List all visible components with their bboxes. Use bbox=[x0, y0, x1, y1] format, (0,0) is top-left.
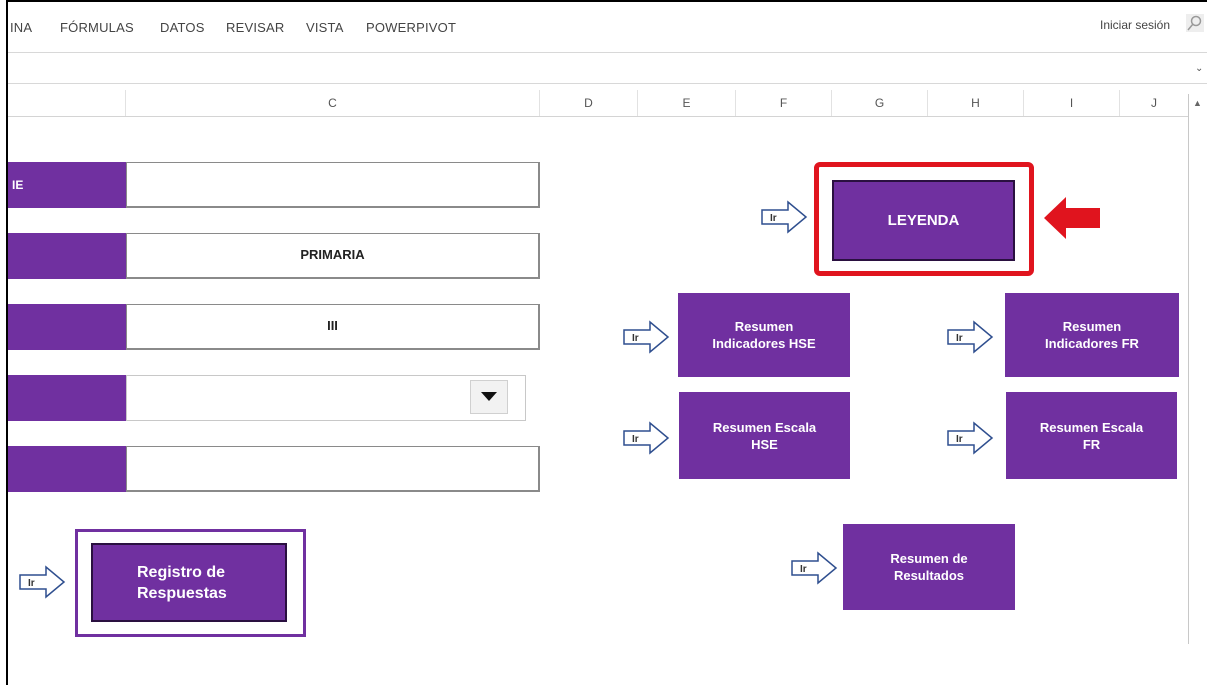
form-label-2 bbox=[8, 233, 126, 279]
button-label-line: Registro de bbox=[137, 563, 226, 581]
chevron-down-icon[interactable]: ⌄ bbox=[1195, 63, 1203, 74]
form-value-5[interactable] bbox=[126, 446, 540, 492]
column-header-row: C D E F G H I J bbox=[8, 90, 1188, 117]
formula-divider bbox=[8, 83, 1207, 84]
button-label-line: Resultados bbox=[893, 568, 965, 583]
button-label-line: Resumen Escala bbox=[1039, 419, 1144, 435]
column-header-j[interactable]: J bbox=[1120, 90, 1188, 116]
svg-text:Ir: Ir bbox=[632, 333, 639, 344]
form-label-3 bbox=[8, 304, 126, 350]
resumen-escala-hse-button[interactable]: Resumen Escala HSE bbox=[679, 392, 850, 479]
column-header-g[interactable]: G bbox=[832, 90, 928, 116]
ir-arrow-icon[interactable]: Ir bbox=[760, 200, 808, 234]
tab-revisar[interactable]: REVISAR bbox=[226, 20, 284, 35]
registro-respuestas-button[interactable]: Registro de Respuestas bbox=[91, 543, 287, 622]
button-label-line: FR bbox=[1082, 436, 1101, 452]
button-label-line: Resumen de bbox=[890, 551, 968, 566]
ir-arrow-icon[interactable]: Ir bbox=[946, 320, 994, 354]
signin-link[interactable]: Iniciar sesión bbox=[1100, 18, 1170, 32]
ir-arrow-icon[interactable]: Ir bbox=[622, 421, 670, 455]
ir-arrow-icon[interactable]: Ir bbox=[18, 565, 66, 599]
dropdown-arrow-icon bbox=[481, 392, 497, 401]
form-label-5 bbox=[8, 446, 126, 492]
svg-text:Ir: Ir bbox=[956, 434, 963, 445]
leyenda-button[interactable]: LEYENDA bbox=[832, 180, 1015, 261]
form-value-nivel[interactable]: PRIMARIA bbox=[126, 233, 540, 279]
button-label-line: Respuestas bbox=[137, 584, 227, 602]
form-label-4 bbox=[8, 375, 126, 421]
resumen-indicadores-fr-button[interactable]: Resumen Indicadores FR bbox=[1005, 293, 1179, 377]
tab-powerpivot[interactable]: POWERPIVOT bbox=[366, 20, 456, 35]
tab-datos[interactable]: DATOS bbox=[160, 20, 205, 35]
svg-text:Ir: Ir bbox=[770, 213, 777, 224]
column-header-e[interactable]: E bbox=[638, 90, 736, 116]
resumen-escala-fr-button[interactable]: Resumen Escala FR bbox=[1006, 392, 1177, 479]
svg-text:Ir: Ir bbox=[956, 333, 963, 344]
ir-arrow-icon[interactable]: Ir bbox=[622, 320, 670, 354]
column-header-c[interactable]: C bbox=[126, 90, 540, 116]
button-label-line: HSE bbox=[751, 436, 778, 452]
button-label-line: Resumen bbox=[734, 319, 794, 334]
resumen-indicadores-hse-button[interactable]: Resumen Indicadores HSE bbox=[678, 293, 850, 377]
form-dropdown-field[interactable] bbox=[126, 375, 526, 421]
ribbon-menu: INA FÓRMULAS DATOS REVISAR VISTA POWERPI… bbox=[8, 2, 1207, 52]
red-arrow-icon bbox=[1044, 197, 1100, 239]
resumen-resultados-button[interactable]: Resumen de Resultados bbox=[843, 524, 1015, 610]
dropdown-button[interactable] bbox=[470, 380, 508, 414]
column-header-d[interactable]: D bbox=[540, 90, 638, 116]
column-header-blank[interactable] bbox=[8, 90, 126, 116]
button-label-line: Resumen bbox=[1062, 319, 1122, 334]
button-label-line: Indicadores FR bbox=[1045, 336, 1139, 351]
column-header-h[interactable]: H bbox=[928, 90, 1024, 116]
tab-vista[interactable]: VISTA bbox=[306, 20, 344, 35]
button-label-line: Resumen Escala bbox=[712, 419, 817, 435]
column-header-f[interactable]: F bbox=[736, 90, 832, 116]
leyenda-button-label: LEYENDA bbox=[887, 212, 960, 229]
svg-text:Ir: Ir bbox=[28, 578, 35, 589]
formula-bar[interactable] bbox=[8, 53, 1207, 83]
scroll-up-icon[interactable]: ▲ bbox=[1193, 98, 1202, 108]
tab-pagina[interactable]: INA bbox=[10, 20, 32, 35]
ir-arrow-icon[interactable]: Ir bbox=[946, 421, 994, 455]
tab-formulas[interactable]: FÓRMULAS bbox=[60, 20, 134, 35]
ir-arrow-icon[interactable]: Ir bbox=[790, 551, 838, 585]
form-value-ie[interactable] bbox=[126, 162, 540, 208]
form-label-ie: IE bbox=[8, 162, 126, 208]
vertical-scrollbar[interactable]: ▲ bbox=[1188, 94, 1207, 644]
svg-text:Ir: Ir bbox=[800, 564, 807, 575]
form-value-ciclo[interactable]: III bbox=[126, 304, 540, 350]
column-header-i[interactable]: I bbox=[1024, 90, 1120, 116]
search-icon[interactable] bbox=[1186, 14, 1204, 32]
button-label-line: Indicadores HSE bbox=[712, 336, 816, 351]
svg-text:Ir: Ir bbox=[632, 434, 639, 445]
